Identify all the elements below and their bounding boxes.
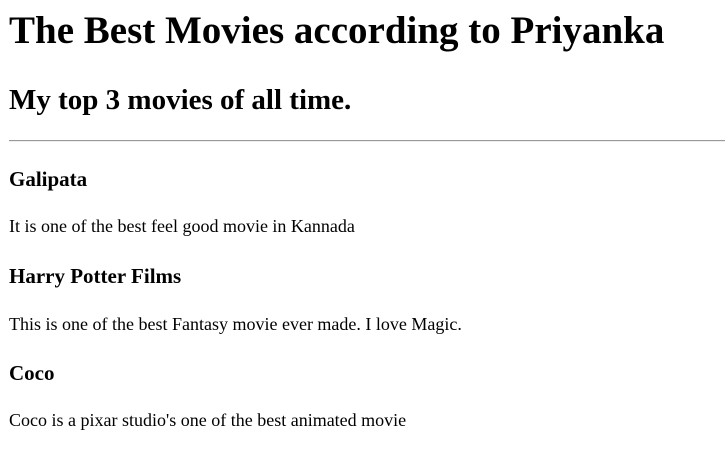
movie-description-galipata: It is one of the best feel good movie in… bbox=[9, 216, 355, 236]
movie-title-coco: Coco bbox=[9, 361, 55, 385]
divider bbox=[9, 140, 725, 142]
movie-description-coco: Coco is a pixar studio's one of the best… bbox=[9, 410, 407, 430]
page-subtitle: My top 3 movies of all time. bbox=[9, 84, 352, 116]
page-title: The Best Movies according to Priyanka bbox=[9, 9, 665, 52]
page: The Best Movies according to Priyanka My… bbox=[0, 0, 725, 454]
movie-description-harry-potter: This is one of the best Fantasy movie ev… bbox=[9, 314, 462, 334]
movie-title-galipata: Galipata bbox=[9, 167, 88, 191]
movie-title-harry-potter: Harry Potter Films bbox=[9, 264, 182, 288]
